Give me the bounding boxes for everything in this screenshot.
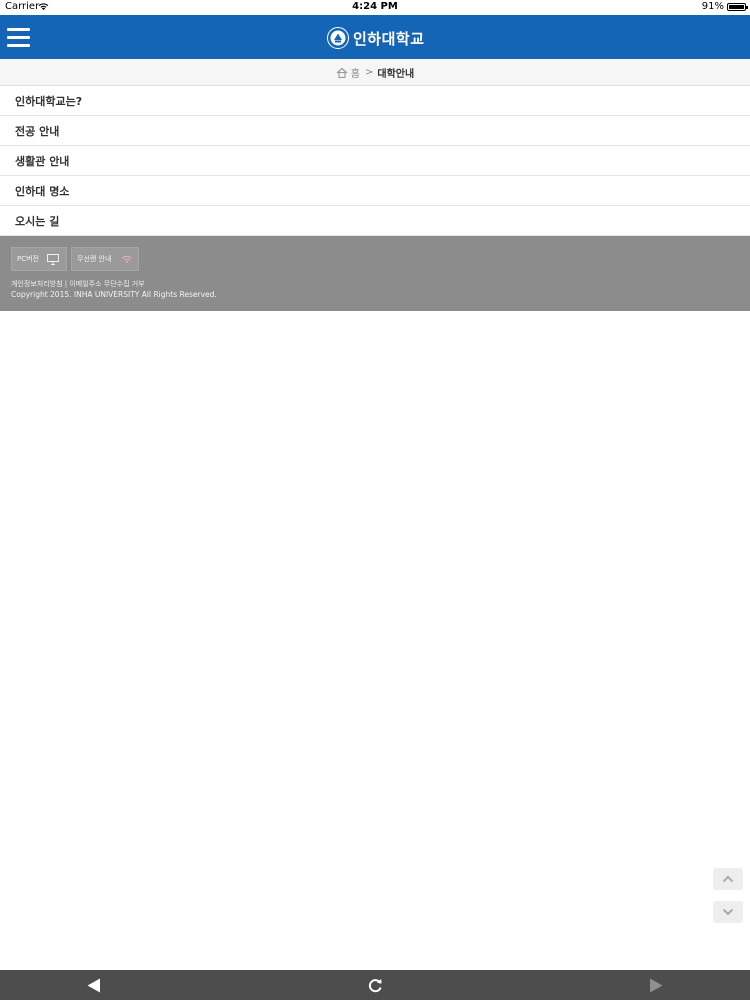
site-footer: PC버전 무선랜 안내 개인정보처리방침 | 이메일주소 무단수집 거부 Cop… xyxy=(0,236,750,311)
forward-arrow-icon xyxy=(650,978,663,992)
clock: 4:24 PM xyxy=(352,1,398,12)
copyright-text: Copyright 2015. INHA UNIVERSITY All Righ… xyxy=(11,290,217,299)
breadcrumb: 홈 > 대학안내 xyxy=(0,59,750,86)
back-button[interactable] xyxy=(74,970,114,1000)
browser-toolbar xyxy=(0,970,750,1000)
scroll-bottom-button[interactable] xyxy=(713,901,743,923)
menu-item-majors[interactable]: 전공 안내 xyxy=(0,116,750,146)
home-icon[interactable] xyxy=(336,67,348,78)
hamburger-icon[interactable] xyxy=(7,26,30,48)
back-arrow-icon xyxy=(87,978,100,992)
chevron-down-icon xyxy=(722,908,734,916)
battery-percentage: 91% xyxy=(701,1,724,12)
breadcrumb-current: 대학안내 xyxy=(377,68,415,80)
status-bar: Carrier 4:24 PM 91% xyxy=(0,0,750,15)
battery-icon xyxy=(727,3,748,11)
wireless-guide-label: 무선랜 안내 xyxy=(77,255,112,263)
pc-version-button[interactable]: PC버전 xyxy=(11,247,67,271)
app-header: 인하대학교 xyxy=(0,15,750,59)
wireless-guide-button[interactable]: 무선랜 안내 xyxy=(71,247,139,271)
pc-version-label: PC버전 xyxy=(17,255,39,263)
menu-item-directions[interactable]: 오시는 길 xyxy=(0,206,750,236)
footer-links[interactable]: 개인정보처리방침 | 이메일주소 무단수집 거부 xyxy=(11,279,145,289)
breadcrumb-separator: > xyxy=(365,66,374,78)
wifi-icon xyxy=(122,255,132,264)
breadcrumb-home[interactable]: 홈 xyxy=(351,65,360,80)
reload-button[interactable] xyxy=(355,970,395,1000)
monitor-icon xyxy=(47,254,59,265)
menu-item-dormitory[interactable]: 생활관 안내 xyxy=(0,146,750,176)
menu-item-about[interactable]: 인하대학교는? xyxy=(0,86,750,116)
logo-text: 인하대학교 xyxy=(353,29,425,48)
university-emblem-icon xyxy=(327,27,349,49)
menu-item-landmarks[interactable]: 인하대 명소 xyxy=(0,176,750,206)
reload-icon xyxy=(368,978,382,992)
menu-list: 인하대학교는? 전공 안내 생활관 안내 인하대 명소 오시는 길 xyxy=(0,86,750,236)
forward-button[interactable] xyxy=(636,970,676,1000)
university-logo[interactable]: 인하대학교 xyxy=(327,25,425,51)
chevron-up-icon xyxy=(722,875,734,883)
scroll-top-button[interactable] xyxy=(713,868,743,890)
